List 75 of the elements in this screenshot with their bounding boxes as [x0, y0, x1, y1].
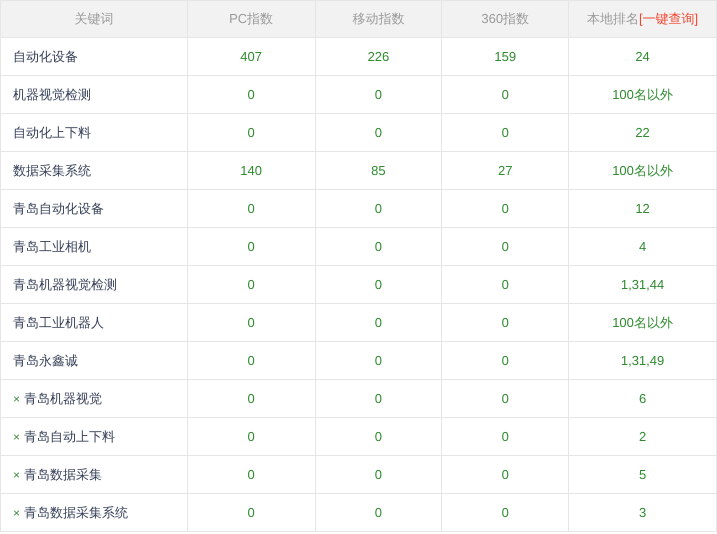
column-header: 本地排名: [586, 10, 639, 28]
keyword-text: 青岛工业相机: [13, 238, 91, 256]
keyword-text: 青岛数据采集: [24, 466, 102, 484]
table-cell: 0: [248, 86, 255, 102]
table-cell: 0: [374, 314, 382, 330]
table-cell: 1,31,44: [620, 276, 664, 292]
keyword-text: 青岛机器视觉: [24, 390, 102, 408]
table-cell: 0: [374, 352, 382, 368]
table-cell: 0: [502, 200, 509, 216]
keyword-text: 青岛工业机器人: [13, 314, 104, 332]
table-cell: 0: [248, 124, 255, 140]
table-cell: 0: [248, 276, 255, 292]
table-cell: 27: [498, 162, 512, 178]
keyword-text: 青岛永鑫诚: [13, 352, 78, 370]
table-cell: 2: [638, 428, 646, 444]
query-link[interactable]: [一键查询]: [638, 9, 698, 29]
table-cell: 0: [374, 124, 382, 140]
table-cell: 12: [635, 200, 650, 216]
table-cell: 0: [374, 466, 382, 482]
table-cell: 85: [371, 162, 386, 178]
table-cell: 3: [638, 504, 646, 520]
table-cell: 24: [635, 48, 650, 64]
table-cell: 0: [502, 124, 509, 140]
column-header: 360指数: [481, 11, 530, 26]
table-cell: 6: [638, 390, 646, 406]
table-cell: 100名以外: [612, 162, 673, 178]
remove-button[interactable]: ×: [13, 468, 20, 481]
keyword-text: 数据采集系统: [13, 162, 91, 180]
table-cell: 0: [502, 390, 509, 406]
keyword-text: 机器视觉检测: [13, 86, 91, 104]
keyword-text: 自动化上下料: [13, 124, 91, 142]
table-cell: 0: [374, 238, 382, 254]
table-cell: 0: [374, 86, 382, 102]
table-cell: 0: [502, 86, 509, 102]
table-cell: 0: [374, 428, 382, 444]
table-cell: 22: [635, 124, 650, 140]
table-cell: 140: [240, 162, 262, 178]
keyword-text: 自动化设备: [13, 48, 78, 66]
table-cell: 407: [240, 48, 262, 64]
table-cell: 0: [248, 314, 255, 330]
column-header: 移动指数: [352, 11, 404, 26]
table-cell: 0: [502, 352, 509, 368]
table-cell: 0: [248, 352, 255, 368]
table-cell: 0: [502, 428, 509, 444]
table-cell: 0: [374, 200, 382, 216]
keyword-text: 青岛自动上下料: [24, 428, 116, 446]
table-cell: 0: [502, 504, 509, 520]
table-cell: 0: [502, 238, 509, 254]
table-cell: 0: [374, 276, 382, 292]
table-cell: 0: [502, 314, 509, 330]
table-cell: 100名以外: [612, 314, 673, 330]
remove-button[interactable]: ×: [13, 506, 20, 519]
table-cell: 0: [248, 428, 255, 444]
remove-button[interactable]: ×: [13, 392, 20, 405]
table-cell: 226: [368, 48, 390, 64]
table-cell: 0: [248, 200, 255, 216]
table-cell: 5: [638, 466, 646, 482]
table-cell: 0: [248, 238, 255, 254]
column-header: 关键词: [74, 11, 114, 26]
keyword-text: 青岛数据采集系统: [24, 504, 128, 522]
column-header: PC指数: [229, 11, 274, 26]
table-cell: 0: [374, 390, 382, 406]
table-cell: 100名以外: [612, 86, 673, 102]
table-cell: 0: [248, 466, 255, 482]
table-cell: 0: [502, 466, 509, 482]
table-cell: 0: [502, 276, 509, 292]
table-cell: 0: [374, 504, 382, 520]
keyword-text: 青岛自动化设备: [13, 200, 104, 218]
remove-button[interactable]: ×: [13, 430, 20, 443]
table-cell: 0: [248, 504, 255, 520]
table-cell: 1,31,49: [620, 352, 664, 368]
table-cell: 159: [494, 48, 516, 64]
table-cell: 4: [638, 238, 646, 254]
table-cell: 0: [248, 390, 255, 406]
keyword-text: 青岛机器视觉检测: [13, 276, 117, 294]
